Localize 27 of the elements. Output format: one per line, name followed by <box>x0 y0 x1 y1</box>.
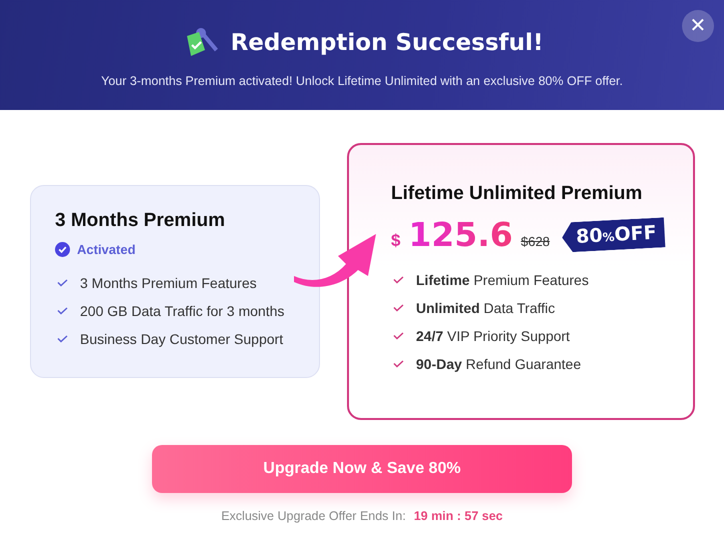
currency-symbol: $ <box>391 231 400 251</box>
timer-label: Exclusive Upgrade Offer Ends In: <box>221 509 406 523</box>
feature-text: 200 GB Data Traffic for 3 months <box>80 303 284 319</box>
check-icon <box>393 332 404 340</box>
offer-title: Lifetime Unlimited Premium <box>391 183 644 205</box>
check-icon <box>57 307 68 315</box>
check-icon <box>57 279 68 287</box>
feature-text: 3 Months Premium Features <box>80 275 257 291</box>
checkmark-circle-icon <box>55 242 70 257</box>
close-button[interactable]: ✕ <box>682 10 714 42</box>
feature-text: 24/7 VIP Priority Support <box>416 328 570 344</box>
feature-text: Business Day Customer Support <box>80 331 284 347</box>
check-icon <box>393 360 404 368</box>
discount-badge: 80%OFF <box>561 216 666 252</box>
check-icon <box>57 335 68 343</box>
upgrade-button[interactable]: Upgrade Now & Save 80% <box>152 445 572 493</box>
feature-text: 90-Day Refund Guarantee <box>416 356 582 372</box>
plan-title: 3 Months Premium <box>55 210 226 232</box>
check-icon <box>393 276 404 284</box>
check-icon <box>393 304 404 312</box>
feature-text: Lifetime Premium Features <box>416 272 589 288</box>
dialog-subtitle: Your 3-months Premium activated! Unlock Lifetime Unlimited with an exclusive 80% OFF offer. <box>100 74 624 88</box>
old-price: $628 <box>520 234 550 249</box>
dialog-title: Redemption Successful! <box>230 30 544 56</box>
feature-text: Unlimited Data Traffic <box>416 300 555 316</box>
status-label: Activated <box>77 242 136 257</box>
countdown-timer: 19 min : 57 sec <box>414 509 503 523</box>
